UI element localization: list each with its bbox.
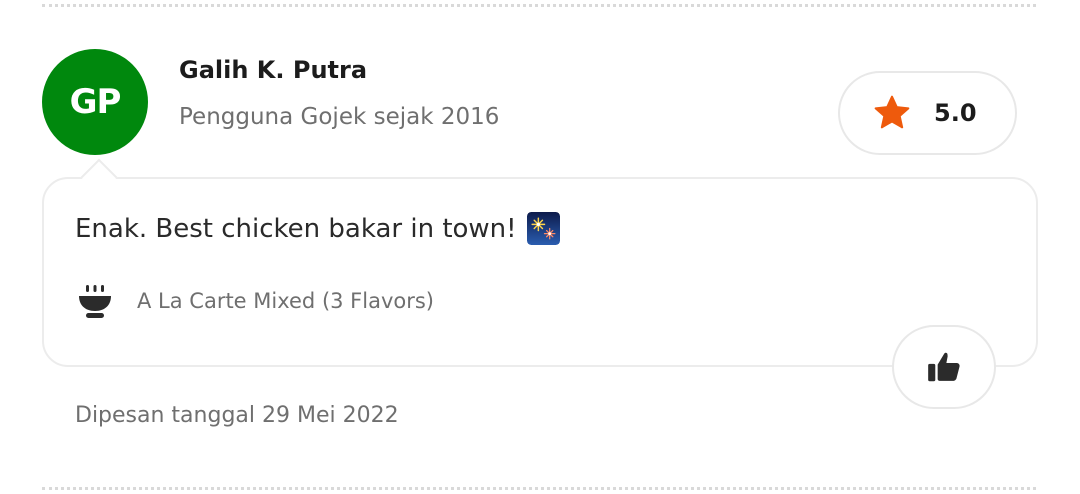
order-date: Dipesan tanggal 29 Mei 2022	[75, 403, 399, 428]
ordered-item: A La Carte Mixed (3 Flavors)	[78, 283, 434, 319]
review-comment: Enak. Best chicken bakar in town!	[75, 212, 560, 245]
like-button[interactable]	[892, 325, 996, 409]
bottom-divider	[42, 487, 1036, 490]
reviewer-name: Galih K. Putra	[179, 56, 368, 84]
thumbs-up-icon	[928, 352, 960, 382]
review-comment-text: Enak. Best chicken bakar in town!	[75, 213, 517, 244]
top-divider	[42, 4, 1036, 7]
rating-badge: 5.0	[838, 71, 1017, 155]
rating-value: 5.0	[934, 99, 977, 127]
reviewer-since: Pengguna Gojek sejak 2016	[179, 104, 500, 130]
fireworks-emoji-icon	[526, 212, 560, 245]
bowl-icon	[79, 285, 111, 318]
star-icon	[874, 95, 910, 129]
avatar-initials: GP	[69, 82, 122, 122]
ordered-item-name: A La Carte Mixed (3 Flavors)	[137, 289, 434, 313]
avatar: GP	[42, 49, 148, 155]
review-card	[42, 177, 1038, 367]
